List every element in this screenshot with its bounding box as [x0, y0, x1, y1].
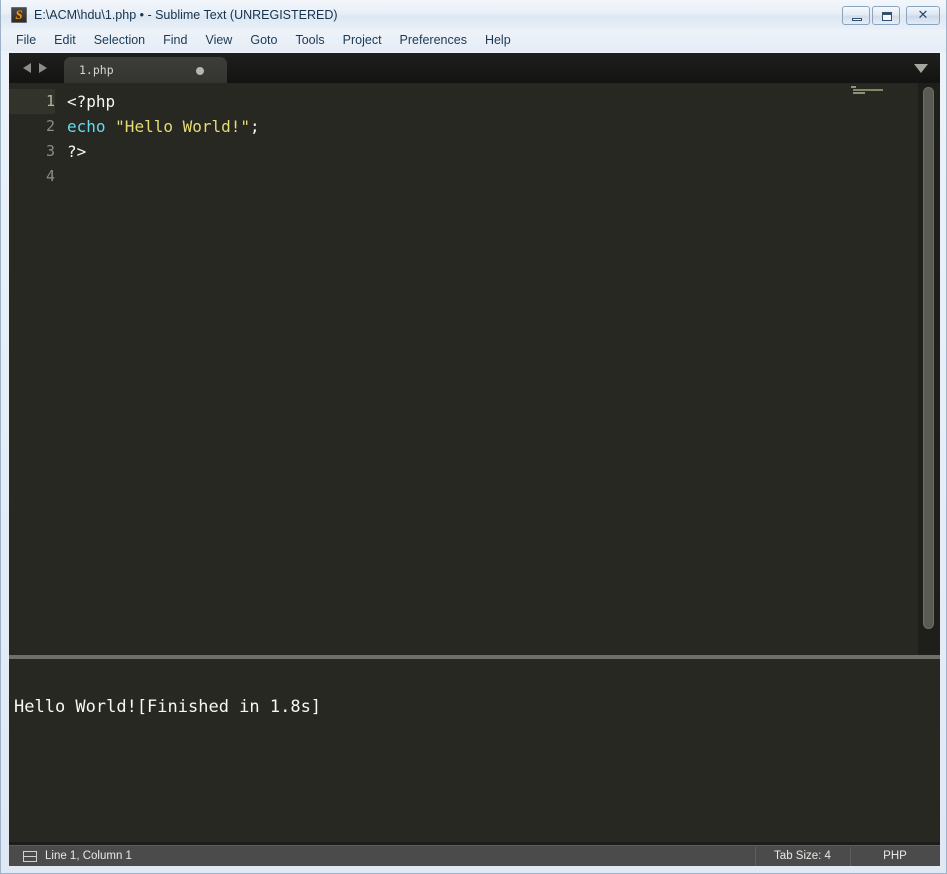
code-content[interactable]: <?php echo "Hello World!"; ?>: [67, 83, 857, 655]
line-number: 4: [45, 167, 55, 185]
menu-item-find[interactable]: Find: [154, 30, 196, 51]
menu-item-edit[interactable]: Edit: [45, 30, 85, 51]
menu-item-preferences[interactable]: Preferences: [391, 30, 476, 51]
status-bar: Line 1, Column 1 Tab Size: 4 PHP: [9, 845, 940, 866]
sublime-logo-icon: S: [11, 7, 27, 23]
code-token-string: "Hello World!": [115, 117, 251, 136]
line-number: 2: [45, 117, 55, 135]
status-cursor-position: Line 1, Column 1: [45, 850, 132, 862]
maximize-icon: [882, 12, 892, 21]
code-token-keyword: echo: [67, 117, 106, 136]
code-token-plain: ?>: [67, 142, 87, 161]
minimize-button[interactable]: [842, 6, 870, 25]
line-number: 3: [45, 142, 55, 160]
tab-label: 1.php: [79, 63, 114, 77]
minimize-icon: [852, 18, 862, 21]
build-output-panel[interactable]: Hello World![Finished in 1.8s]: [9, 659, 940, 842]
close-icon: ✕: [917, 8, 929, 23]
menu-item-selection[interactable]: Selection: [85, 30, 154, 51]
menu-item-goto[interactable]: Goto: [241, 30, 286, 51]
window-title: E:\ACM\hdu\1.php • - Sublime Text (UNREG…: [34, 8, 338, 22]
code-token-plain: <?php: [67, 92, 116, 111]
arrow-left-icon[interactable]: [23, 63, 31, 73]
code-line: <?php: [67, 89, 115, 114]
menu-item-help[interactable]: Help: [476, 30, 520, 51]
line-number-gutter: 1 2 3 4: [9, 83, 64, 655]
vertical-scrollbar[interactable]: [918, 83, 940, 655]
status-syntax-mode[interactable]: PHP: [850, 846, 940, 867]
minimap-row: [853, 92, 865, 94]
menu-item-view[interactable]: View: [196, 30, 241, 51]
toggle-panel-icon[interactable]: [23, 851, 37, 862]
code-editor[interactable]: 1 2 3 4 <?php echo "Hello World!"; ?>: [9, 83, 940, 655]
tab-nav-arrows: [15, 53, 63, 83]
close-button[interactable]: ✕: [906, 6, 940, 25]
menu-item-file[interactable]: File: [7, 30, 45, 51]
editor-shell: 1.php 1 2 3 4 <?php echo "Hello World!"; ?> H…: [9, 53, 940, 866]
menu-item-project[interactable]: Project: [334, 30, 391, 51]
status-tab-size[interactable]: Tab Size: 4: [755, 846, 850, 867]
sublime-logo-letter: S: [15, 7, 23, 22]
sublime-text-window: S E:\ACM\hdu\1.php • - Sublime Text (UNR…: [0, 0, 947, 874]
title-bar: S E:\ACM\hdu\1.php • - Sublime Text (UNR…: [1, 0, 946, 30]
tab-1-php[interactable]: 1.php: [64, 57, 227, 83]
scrollbar-thumb[interactable]: [923, 87, 934, 629]
line-number: 1: [9, 89, 55, 114]
code-line: echo "Hello World!";: [67, 114, 260, 139]
code-line: ?>: [67, 139, 86, 164]
chevron-down-icon[interactable]: [914, 64, 928, 73]
build-output-text: Hello World![Finished in 1.8s]: [14, 697, 322, 717]
menu-bar: File Edit Selection Find View Goto Tools Projec…: [1, 30, 946, 51]
menu-item-tools[interactable]: Tools: [286, 30, 333, 51]
arrow-right-icon[interactable]: [39, 63, 47, 73]
minimap-row: [851, 86, 856, 88]
minimap[interactable]: [846, 83, 918, 655]
code-token-plain: ;: [250, 117, 260, 136]
unsaved-changes-dot-icon[interactable]: [196, 67, 204, 75]
maximize-button[interactable]: [872, 6, 900, 25]
tab-bar: 1.php: [9, 53, 940, 83]
minimap-row: [853, 89, 883, 91]
